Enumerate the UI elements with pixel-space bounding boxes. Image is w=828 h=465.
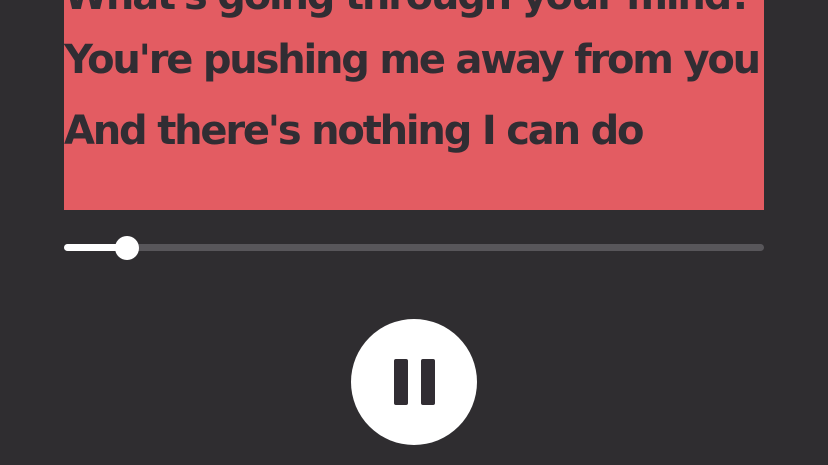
progress-thumb[interactable] — [115, 236, 139, 260]
playback-progress-slider[interactable] — [64, 236, 764, 260]
player-screen: What's going through your mind? You're p… — [0, 0, 828, 465]
lyric-line: And there's nothing I can do — [64, 108, 644, 154]
pause-bar-left — [394, 359, 408, 405]
progress-track — [64, 244, 764, 251]
pause-icon — [393, 359, 435, 405]
lyric-line: What's going through your mind? — [64, 0, 753, 20]
pause-bar-right — [421, 359, 435, 405]
lyrics-card[interactable]: What's going through your mind? You're p… — [64, 0, 764, 210]
pause-button[interactable] — [351, 319, 477, 445]
lyric-line: You're pushing me away from you — [64, 37, 761, 83]
